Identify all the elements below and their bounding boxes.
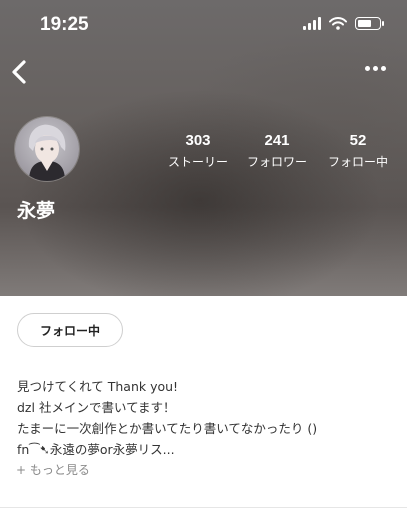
wifi-icon <box>329 17 347 30</box>
profile-bio: 見つけてくれて Thank you! dzl 社メインで書いてます！ たまーに一… <box>17 376 387 460</box>
profile-header: 19:25 永夢 303 ストーリー 241 フォロワー 52 フォロー中 <box>0 0 407 296</box>
avatar-illustration <box>28 124 66 181</box>
status-time: 19:25 <box>40 14 89 35</box>
stat-followers-count: 241 <box>264 132 290 149</box>
profile-name: 永夢 <box>17 200 56 222</box>
stat-followers[interactable]: 241 フォロワー <box>244 132 310 170</box>
stat-following[interactable]: 52 フォロー中 <box>325 132 391 170</box>
stat-followers-label: フォロワー <box>246 155 307 169</box>
bio-line: fn⁀➷永遠の夢or永夢リス... <box>17 442 175 457</box>
bio-line: dzl 社メインで書いてます！ <box>17 400 176 415</box>
bio-line: 見つけてくれて Thank you! <box>17 379 179 394</box>
bio-line: たまーに一次創作とか書いてたり書いてなかったり () <box>17 421 318 436</box>
show-more-link[interactable]: + もっと見る <box>16 461 90 478</box>
status-icons <box>303 17 384 30</box>
stat-stories-label: ストーリー <box>167 155 228 169</box>
section-divider <box>0 507 407 508</box>
stat-following-count: 52 <box>349 132 367 149</box>
following-button[interactable]: フォロー中 <box>17 313 123 347</box>
battery-icon <box>355 17 384 30</box>
stat-stories[interactable]: 303 ストーリー <box>165 132 231 170</box>
back-chevron-icon[interactable] <box>8 58 30 86</box>
avatar[interactable] <box>15 117 79 181</box>
stat-following-label: フォロー中 <box>327 155 388 169</box>
stat-stories-count: 303 <box>185 132 211 149</box>
more-dots-icon[interactable] <box>365 62 387 74</box>
signal-icon <box>303 17 321 30</box>
